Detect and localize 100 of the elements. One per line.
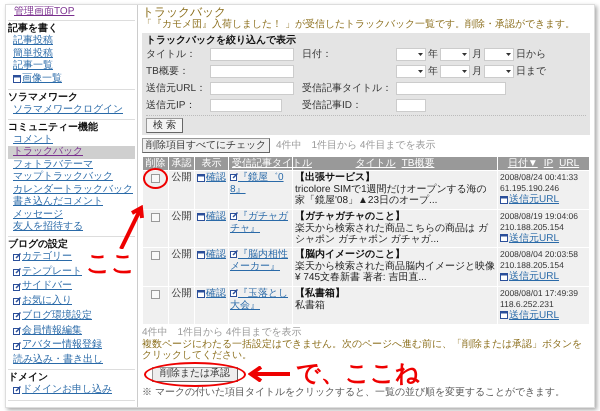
sidebar-item[interactable]: 会員情報編集 (13, 324, 82, 337)
sidebar-item[interactable]: 記事一覧 (13, 60, 53, 72)
text-field[interactable] (210, 82, 294, 95)
sort-link[interactable]: 受信記事タイトル (232, 158, 312, 168)
date-text: 2008/08/19 19:04:06 (500, 210, 579, 222)
sidebar-item[interactable]: アバター情報登録 (13, 339, 102, 352)
ip-text: 118.6.252.231 (500, 298, 555, 310)
sidebar-item[interactable]: テンプレート (13, 266, 82, 278)
field-label: TB概要： (146, 64, 190, 79)
checkbox[interactable] (151, 212, 160, 222)
checkbox[interactable] (151, 251, 160, 260)
sidebar-item[interactable]: ブログ環境設定 (13, 310, 92, 322)
entry-summary: 楽天から検索された商品こちらの商品は ガシャポン ガチャポン ガチャガ... (295, 222, 490, 244)
caret-icon (506, 53, 511, 56)
entry-summary: tricolore SIMで1週間だけオープンする海の家「鏡屋'08」▲23日のオープ... (295, 184, 488, 206)
caret-icon (418, 70, 423, 73)
edit-icon (13, 282, 21, 290)
field-label: 年 (428, 48, 438, 60)
sidebar-item[interactable]: 書き込んだコメント (13, 196, 103, 209)
annotation-text: で、ここね (296, 361, 420, 387)
text-field[interactable] (210, 48, 294, 61)
ip-text: 210.188.205.154 (500, 260, 565, 271)
sidebar-item[interactable]: コメント (13, 134, 53, 146)
check-all-button[interactable]: 削除項目すべてにチェック (142, 138, 270, 153)
sort-link[interactable]: TB概要 (402, 158, 434, 168)
source-url-link[interactable]: 送信元URL (500, 232, 560, 244)
source-url-link[interactable]: 送信元URL (500, 271, 560, 282)
section-heading: 記事を書く (8, 23, 59, 34)
sidebar-item[interactable]: 友人を招待する (13, 221, 83, 234)
result-count: 4件中 1件目から 4件目までを表示 (142, 327, 302, 338)
source-url-link[interactable]: 送信元URL (500, 310, 560, 320)
edit-icon (13, 342, 21, 350)
sidebar-item[interactable]: サイドバー (13, 280, 72, 293)
checkbox[interactable] (151, 174, 160, 183)
edit-icon (13, 312, 21, 320)
caret-icon (462, 53, 467, 56)
sort-link[interactable]: URL (559, 158, 580, 168)
sort-link[interactable]: タイトル (356, 158, 396, 168)
section-heading: コミュニティー機能 (8, 122, 99, 134)
sort-link[interactable]: IP (544, 158, 554, 168)
sidebar-item[interactable]: お気に入り (13, 295, 72, 308)
sidebar-item[interactable]: ソラマメワークログイン (13, 104, 123, 117)
sort-link[interactable]: 日付▼ (508, 158, 538, 168)
window-icon (197, 290, 205, 298)
sidebar-item[interactable]: メッセージ (13, 208, 63, 222)
checkbox[interactable] (151, 290, 160, 298)
text-field[interactable] (396, 82, 506, 95)
field-label: 月 (472, 48, 482, 60)
entry-title: 【出張サービス】 (295, 172, 376, 184)
field-label: タイトル： (146, 48, 197, 62)
entry-summary: 楽天から検索された商品脳内イメージと映像 ¥ 745文春新書 著者: 吉田直... (295, 261, 495, 283)
circle-mark (143, 168, 168, 189)
edit-icon (13, 268, 21, 276)
window-icon (500, 272, 508, 280)
sidebar-item[interactable]: 記事投稿 (13, 35, 53, 48)
arrow-mark (248, 366, 290, 382)
dropdown[interactable] (440, 65, 470, 78)
date-text: 2008/08/24 00:41:33 (500, 172, 579, 183)
edit-icon (13, 253, 21, 261)
edit-icon (13, 326, 21, 335)
sidebar-item[interactable]: フォトラバテーマ (13, 158, 93, 172)
caret-icon (506, 70, 511, 73)
sidebar-item[interactable]: 簡単投稿 (13, 48, 53, 60)
caret-icon (462, 70, 467, 73)
window-icon (197, 212, 205, 220)
dropdown[interactable] (396, 48, 426, 61)
dropdown[interactable] (440, 48, 470, 61)
field-label: 月 (472, 66, 482, 78)
field-label: 受信記事タイトル： (302, 82, 393, 94)
ip-text: 61.195.190.246 (500, 183, 560, 194)
window-icon (500, 234, 508, 242)
field-label: 日から (516, 48, 546, 60)
sidebar-item[interactable]: 画像一覧 (13, 72, 62, 85)
search-button[interactable]: 検 索 (146, 118, 183, 133)
edit-icon (13, 386, 21, 394)
sidebar-item[interactable]: マップトラックバック (13, 171, 113, 184)
field-label: 日付： (302, 48, 333, 60)
sidebar-item[interactable]: カレンダートラックバック (13, 184, 133, 196)
entry-summary: 私書箱 (295, 300, 326, 310)
field-label: 受信記事ID： (302, 100, 363, 112)
text-field[interactable] (210, 65, 294, 78)
column-header: 表示 (194, 156, 228, 170)
caret-icon (418, 53, 423, 56)
sidebar-link[interactable]: 管理画面TOP (14, 6, 74, 17)
source-url-link[interactable]: 送信元URL (500, 194, 560, 205)
section-heading: ソラマメワーク (8, 92, 79, 104)
dropdown[interactable] (484, 48, 514, 61)
entry-title: 【ガチャガチャのこと】 (295, 210, 406, 222)
sidebar-item[interactable]: ドメインお申し込み (13, 384, 112, 396)
footnote-text: ※ マークの付いた項目タイトルをクリックすると、一覧の並び順を変更することができます。 (142, 387, 566, 398)
submit-button[interactable]: 削除または承認 (152, 366, 238, 382)
text-field[interactable] (210, 99, 282, 112)
dropdown[interactable] (484, 65, 514, 78)
sidebar-item[interactable]: カテゴリー (13, 250, 72, 264)
field-label: 年 (428, 66, 438, 78)
window-icon (500, 311, 508, 319)
result-count: 4件中 1件目から 4件目までを表示 (276, 140, 436, 152)
sidebar-item[interactable]: 読み込み・書き出し (13, 354, 103, 366)
dropdown[interactable] (396, 65, 426, 78)
text-field[interactable] (396, 99, 426, 112)
